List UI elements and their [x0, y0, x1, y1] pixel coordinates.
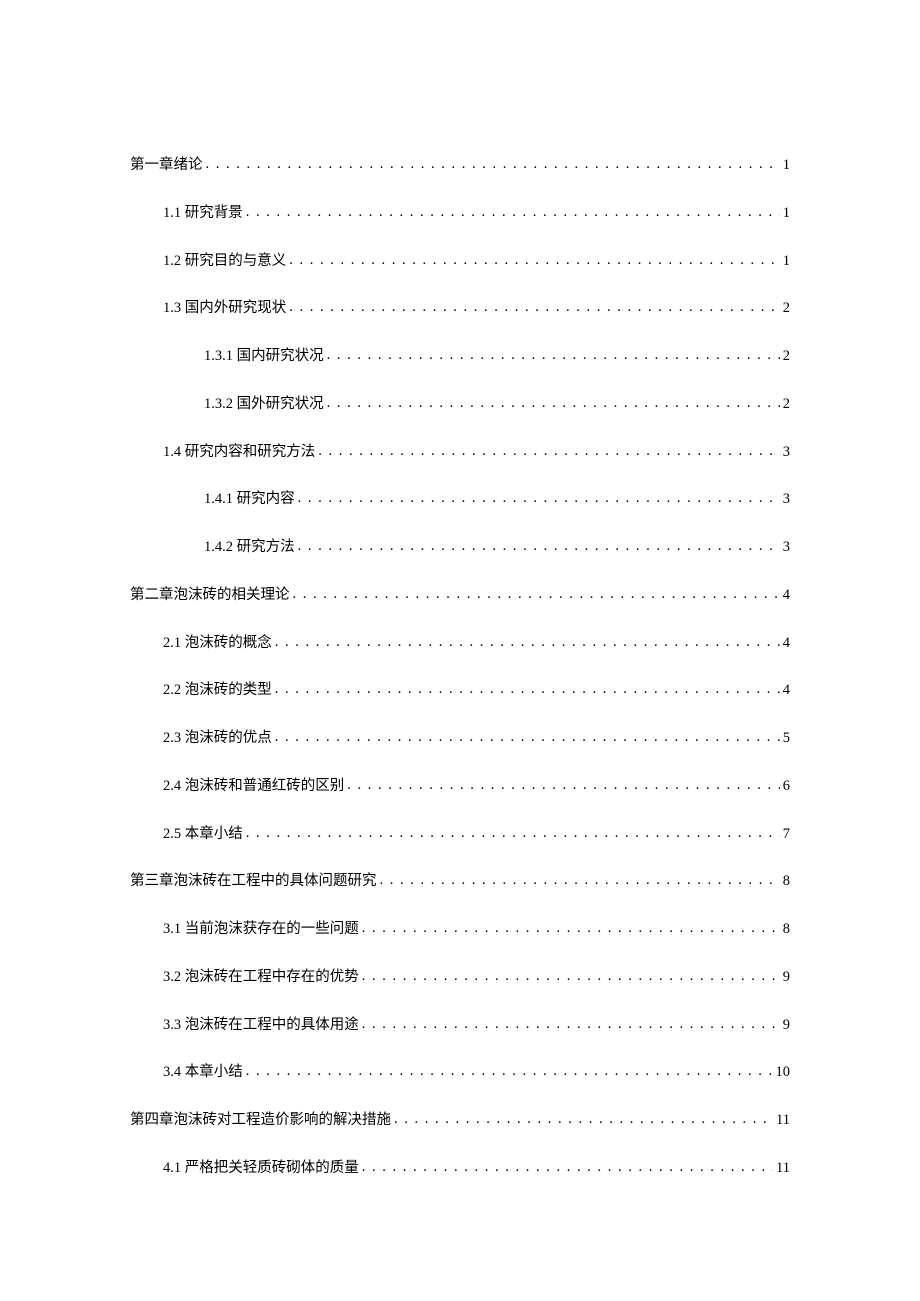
toc-label: 1.4 研究内容和研究方法 — [163, 442, 315, 464]
toc-leader-dots — [289, 297, 780, 319]
toc-entry: 4.1 严格把关轻质砖砌体的质量 11 — [130, 1158, 790, 1180]
toc-entry: 3.1 当前泡沫获存在的一些问题 8 — [130, 919, 790, 941]
toc-leader-dots — [293, 584, 780, 606]
toc-page-number: 10 — [776, 1062, 791, 1084]
toc-label: 2.4 泡沫砖和普通红砖的区别 — [163, 776, 344, 798]
toc-leader-dots — [327, 345, 780, 367]
toc-page-number: 6 — [783, 776, 790, 798]
toc-page-number: 2 — [783, 394, 790, 416]
toc-entry: 2.5 本章小结 7 — [130, 824, 790, 846]
toc-label: 3.1 当前泡沫获存在的一些问题 — [163, 919, 359, 941]
toc-page-number: 1 — [783, 203, 790, 225]
toc-page-number: 11 — [776, 1110, 790, 1132]
toc-leader-dots — [298, 488, 780, 510]
toc-label: 2.5 本章小结 — [163, 824, 243, 846]
toc-page-number: 2 — [783, 346, 790, 368]
toc-label: 3.3 泡沫砖在工程中的具体用途 — [163, 1015, 359, 1037]
toc-leader-dots — [206, 154, 780, 176]
toc-leader-dots — [246, 1061, 773, 1083]
toc-entry: 3.3 泡沫砖在工程中的具体用途 9 — [130, 1015, 790, 1037]
toc-leader-dots — [362, 1014, 780, 1036]
toc-leader-dots — [362, 1157, 773, 1179]
toc-page-number: 7 — [783, 824, 790, 846]
toc-leader-dots — [347, 775, 780, 797]
toc-leader-dots — [275, 679, 780, 701]
toc-entry: 3.4 本章小结 10 — [130, 1062, 790, 1084]
toc-page-number: 5 — [783, 728, 790, 750]
toc-leader-dots — [246, 202, 780, 224]
toc-entry: 1.4.1 研究内容 3 — [130, 489, 790, 511]
toc-leader-dots — [298, 536, 780, 558]
toc-page-number: 3 — [783, 537, 790, 559]
toc-entry: 1.2 研究目的与意义 1 — [130, 251, 790, 273]
toc-entry: 1.3.2 国外研究状况 2 — [130, 394, 790, 416]
toc-page-number: 4 — [783, 633, 790, 655]
toc-label: 3.2 泡沫砖在工程中存在的优势 — [163, 967, 359, 989]
toc-entry: 1.1 研究背景 1 — [130, 203, 790, 225]
toc-label: 1.3.1 国内研究状况 — [204, 346, 324, 368]
toc-entry: 1.4 研究内容和研究方法 3 — [130, 442, 790, 464]
toc-label: 4.1 严格把关轻质砖砌体的质量 — [163, 1158, 359, 1180]
toc-entry: 1.3.1 国内研究状况 2 — [130, 346, 790, 368]
toc-entry: 2.2 泡沫砖的类型 4 — [130, 680, 790, 702]
toc-leader-dots — [362, 966, 780, 988]
toc-leader-dots — [318, 441, 780, 463]
toc-leader-dots — [327, 393, 780, 415]
toc-page-number: 2 — [783, 298, 790, 320]
toc-leader-dots — [362, 918, 780, 940]
toc-page-number: 3 — [783, 442, 790, 464]
toc-leader-dots — [246, 823, 780, 845]
toc-label: 2.2 泡沫砖的类型 — [163, 680, 272, 702]
toc-leader-dots — [275, 727, 780, 749]
toc-page-number: 1 — [783, 155, 790, 177]
toc-label: 1.3 国内外研究现状 — [163, 298, 286, 320]
toc-label: 第四章泡沫砖对工程造价影响的解决措施 — [130, 1110, 391, 1132]
toc-label: 3.4 本章小结 — [163, 1062, 243, 1084]
toc-leader-dots — [394, 1109, 773, 1131]
toc-page-number: 4 — [783, 585, 790, 607]
toc-label: 第三章泡沫砖在工程中的具体问题研究 — [130, 871, 377, 893]
toc-page-number: 1 — [783, 251, 790, 273]
toc-label: 1.3.2 国外研究状况 — [204, 394, 324, 416]
toc-entry: 3.2 泡沫砖在工程中存在的优势 9 — [130, 967, 790, 989]
toc-entry: 第三章泡沫砖在工程中的具体问题研究 8 — [130, 871, 790, 893]
toc-label: 1.4.2 研究方法 — [204, 537, 295, 559]
toc-label: 2.1 泡沫砖的概念 — [163, 633, 272, 655]
toc-label: 1.1 研究背景 — [163, 203, 243, 225]
toc-entry: 1.3 国内外研究现状 2 — [130, 298, 790, 320]
toc-leader-dots — [289, 250, 780, 272]
toc-entry: 1.4.2 研究方法 3 — [130, 537, 790, 559]
toc-page-number: 9 — [783, 1015, 790, 1037]
toc-page-number: 8 — [783, 919, 790, 941]
toc-leader-dots — [380, 870, 780, 892]
toc-entry: 第一章绪论 1 — [130, 155, 790, 177]
toc-label: 第二章泡沫砖的相关理论 — [130, 585, 290, 607]
toc-leader-dots — [275, 632, 780, 654]
toc-entry: 2.1 泡沫砖的概念 4 — [130, 633, 790, 655]
toc-label: 第一章绪论 — [130, 155, 203, 177]
table-of-contents: 第一章绪论11.1 研究背景11.2 研究目的与意义11.3 国内外研究现状21… — [130, 155, 790, 1180]
toc-label: 2.3 泡沫砖的优点 — [163, 728, 272, 750]
toc-page-number: 4 — [783, 680, 790, 702]
toc-page-number: 11 — [776, 1158, 790, 1180]
toc-entry: 第四章泡沫砖对工程造价影响的解决措施 11 — [130, 1110, 790, 1132]
toc-page-number: 8 — [783, 871, 790, 893]
toc-entry: 2.3 泡沫砖的优点 5 — [130, 728, 790, 750]
toc-label: 1.4.1 研究内容 — [204, 489, 295, 511]
toc-page-number: 9 — [783, 967, 790, 989]
toc-entry: 2.4 泡沫砖和普通红砖的区别 6 — [130, 776, 790, 798]
toc-label: 1.2 研究目的与意义 — [163, 251, 286, 273]
toc-page-number: 3 — [783, 489, 790, 511]
toc-entry: 第二章泡沫砖的相关理论 4 — [130, 585, 790, 607]
